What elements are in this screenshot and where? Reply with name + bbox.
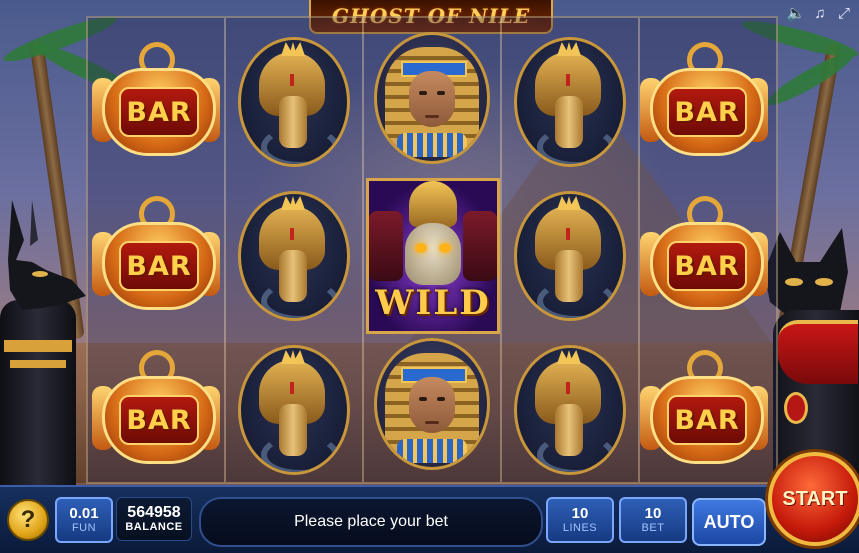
- balance-label: BALANCE: [125, 521, 183, 533]
- reel-divider: [224, 18, 226, 482]
- bar-body: BAR: [102, 376, 216, 464]
- top-icons: 🔈 ♫ ⤢: [787, 4, 853, 23]
- pharaoh-symbol: [368, 32, 496, 164]
- bastet-gem: [784, 392, 808, 424]
- anubis-statue-body: [0, 300, 76, 500]
- bet-selector[interactable]: 10 BET: [619, 497, 687, 543]
- wild-symbol: WILD: [366, 178, 500, 334]
- bar-symbol: BAR: [640, 194, 768, 322]
- cobra-symbol: [506, 191, 634, 321]
- bar-body: BAR: [650, 376, 764, 464]
- bar-symbol: BAR: [640, 348, 768, 476]
- bar-label: BAR: [674, 250, 740, 282]
- bar-body: BAR: [650, 222, 764, 310]
- lines-selector[interactable]: 10 LINES: [546, 497, 614, 543]
- help-button[interactable]: ?: [7, 499, 49, 541]
- music-icon[interactable]: ♫: [811, 4, 829, 22]
- wild-label: WILD: [375, 283, 491, 323]
- bar-symbol: BAR: [92, 348, 220, 476]
- lines-label: LINES: [562, 522, 598, 534]
- cobra-symbol: [506, 37, 634, 167]
- bar-label: BAR: [126, 96, 192, 128]
- lines-value: 10: [571, 505, 589, 522]
- balance-value: 564958: [127, 504, 181, 521]
- reel-area: BAR BAR BAR WILD BAR BAR BAR: [86, 16, 778, 484]
- bar-label: BAR: [674, 404, 740, 436]
- coin-label: FUN: [71, 522, 97, 534]
- reel-divider: [500, 18, 502, 482]
- cobra-symbol: [506, 345, 634, 475]
- anubis-collar: [10, 360, 66, 368]
- bar-body: BAR: [102, 68, 216, 156]
- coin-value-selector[interactable]: 0.01 FUN: [55, 497, 113, 543]
- cobra-symbol: [230, 191, 358, 321]
- bar-body: BAR: [102, 222, 216, 310]
- bet-label: BET: [641, 522, 665, 534]
- message-box: Please place your bet: [199, 497, 543, 547]
- pharaoh-symbol: [368, 338, 496, 470]
- status-message: Please place your bet: [294, 513, 448, 530]
- anubis-head-icon: [8, 200, 86, 310]
- bar-label: BAR: [126, 404, 192, 436]
- bar-label: BAR: [674, 96, 740, 128]
- bet-value: 10: [644, 505, 662, 522]
- start-button[interactable]: START: [768, 452, 859, 546]
- reel-divider: [362, 18, 364, 482]
- bastet-collar: [778, 320, 858, 384]
- bar-symbol: BAR: [92, 194, 220, 322]
- coin-value: 0.01: [69, 505, 99, 522]
- balance-display: 564958 BALANCE: [116, 497, 192, 541]
- anubis-collar: [4, 340, 72, 352]
- speaker-icon[interactable]: 🔈: [787, 4, 806, 22]
- bar-symbol: BAR: [640, 40, 768, 168]
- cobra-symbol: [230, 345, 358, 475]
- bar-symbol: BAR: [92, 40, 220, 168]
- cobra-symbol: [230, 37, 358, 167]
- bar-label: BAR: [126, 250, 192, 282]
- bar-body: BAR: [650, 68, 764, 156]
- auto-button[interactable]: AUTO: [692, 498, 766, 546]
- fullscreen-icon[interactable]: ⤢: [835, 4, 853, 22]
